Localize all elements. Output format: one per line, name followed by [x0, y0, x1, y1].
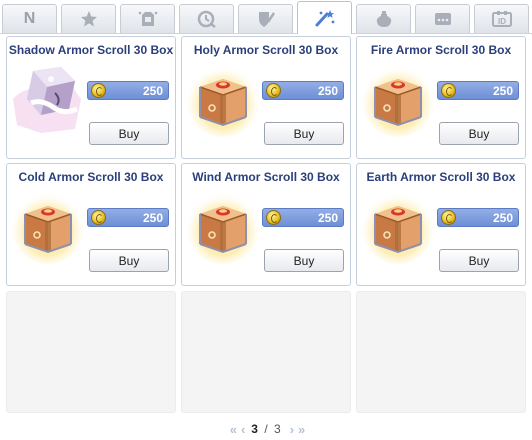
shadow-box-icon	[11, 59, 85, 137]
empty-slot	[181, 291, 351, 413]
coin-icon	[441, 83, 456, 98]
total-pages: 3	[274, 422, 281, 436]
price-bar: 250	[262, 208, 344, 227]
tab-consumables[interactable]	[356, 4, 411, 33]
price-value: 250	[492, 211, 513, 225]
price-value: 250	[142, 84, 163, 98]
timer-icon	[197, 10, 216, 28]
item-card: Shadow Armor Scroll 30 Box 250 Buy	[6, 36, 176, 159]
tab-etc[interactable]	[415, 4, 470, 33]
costume-icon	[138, 11, 157, 26]
price-bar: 250	[87, 81, 169, 100]
price-bar: 250	[87, 208, 169, 227]
buy-button[interactable]: Buy	[439, 249, 519, 272]
last-page-icon[interactable]: »	[298, 422, 305, 437]
box-icon	[186, 59, 260, 137]
buy-button[interactable]: Buy	[264, 122, 344, 145]
id-icon: ID	[491, 11, 512, 27]
item-name: Cold Armor Scroll 30 Box	[18, 170, 164, 184]
item-name: Shadow Armor Scroll 30 Box	[8, 43, 174, 57]
shield-icon	[258, 12, 275, 27]
item-name: Earth Armor Scroll 30 Box	[366, 170, 516, 184]
next-page-icon[interactable]: ›	[290, 422, 295, 437]
box-icon	[361, 59, 435, 137]
box-icon	[186, 186, 260, 264]
buy-button[interactable]: Buy	[264, 249, 344, 272]
pagination: « ‹ 3 / 3 › »	[0, 420, 532, 438]
star-icon	[80, 11, 97, 27]
category-tab-bar: N ID	[0, 0, 532, 34]
coin-icon	[266, 83, 281, 98]
buy-button[interactable]: Buy	[439, 122, 519, 145]
tab-equipment[interactable]	[238, 4, 293, 33]
price-value: 250	[317, 211, 338, 225]
new-icon: N	[23, 10, 36, 27]
coin-icon	[91, 83, 106, 98]
box-icon	[361, 186, 435, 264]
page-separator: /	[260, 422, 271, 436]
item-name: Holy Armor Scroll 30 Box	[193, 43, 339, 57]
tab-favorites[interactable]	[61, 4, 116, 33]
price-value: 250	[142, 211, 163, 225]
tab-scrolls[interactable]	[297, 1, 352, 34]
coin-icon	[441, 210, 456, 225]
price-bar: 250	[437, 208, 519, 227]
item-card: Wind Armor Scroll 30 Box 250 Buy	[181, 163, 351, 286]
item-card: Fire Armor Scroll 30 Box 250 Buy	[356, 36, 526, 159]
price-bar: 250	[262, 81, 344, 100]
prev-page-icon[interactable]: ‹	[241, 422, 246, 437]
etc-icon	[434, 13, 451, 25]
item-card: Holy Armor Scroll 30 Box 250 Buy	[181, 36, 351, 159]
tab-rental[interactable]	[179, 4, 234, 33]
price-value: 250	[492, 84, 513, 98]
price-bar: 250	[437, 81, 519, 100]
item-name: Fire Armor Scroll 30 Box	[370, 43, 512, 57]
item-card: Cold Armor Scroll 30 Box 250 Buy	[6, 163, 176, 286]
empty-slot	[6, 291, 176, 413]
scroll-icon	[315, 10, 334, 27]
buy-button[interactable]: Buy	[89, 249, 169, 272]
first-page-icon[interactable]: «	[230, 422, 237, 437]
item-name: Wind Armor Scroll 30 Box	[192, 170, 340, 184]
price-value: 250	[317, 84, 338, 98]
tab-new[interactable]: N	[2, 4, 57, 33]
box-icon	[11, 186, 85, 264]
tab-costume[interactable]	[120, 4, 175, 33]
item-card: Earth Armor Scroll 30 Box 250 Buy	[356, 163, 526, 286]
coin-icon	[91, 210, 106, 225]
buy-button[interactable]: Buy	[89, 122, 169, 145]
current-page: 3	[251, 422, 258, 436]
coin-icon	[266, 210, 281, 225]
tab-id[interactable]: ID	[474, 4, 529, 33]
empty-slot	[356, 291, 526, 413]
potion-icon	[376, 11, 391, 27]
svg-text:ID: ID	[498, 17, 506, 26]
